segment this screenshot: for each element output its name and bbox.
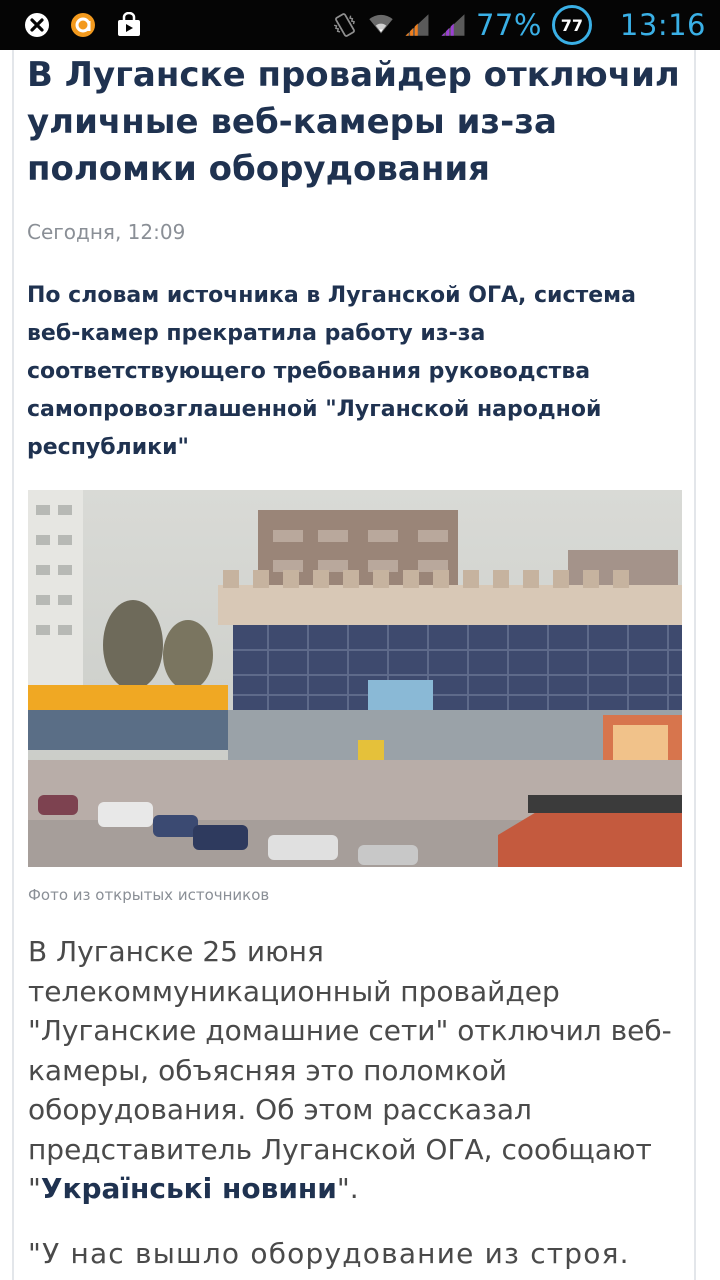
status-bar: 77% 77 13:16 (0, 0, 720, 50)
orange-circle-app-icon (70, 12, 96, 38)
article-page: В Луганске провайдер отключил уличные ве… (0, 50, 720, 1280)
article-headline: В Луганске провайдер отключил уличные ве… (27, 55, 680, 189)
notification-icons (0, 12, 142, 38)
article-lead: По словам источника в Луганской ОГА, сис… (27, 283, 636, 460)
article-body-paragraph-2: "У нас вышло оборудование из строя. (28, 1237, 630, 1270)
body-p1-text: В Луганске 25 июня телекоммуникационный … (28, 935, 672, 1205)
article-photo[interactable] (28, 490, 682, 867)
photo-caption: Фото из открытых источников (28, 886, 270, 904)
vibrate-icon (332, 12, 358, 38)
body-p1-end: ". (336, 1172, 359, 1205)
article-body-paragraph-1: В Луганске 25 июня телекоммуникационный … (28, 932, 693, 1209)
article-date: Сегодня, 12:09 (27, 220, 186, 244)
clock: 13:16 (619, 8, 706, 42)
system-indicators: 77% 77 13:16 (332, 5, 720, 45)
source-link[interactable]: Українські новини (41, 1172, 337, 1205)
battery-circle-icon: 77 (551, 5, 592, 45)
close-circle-icon (24, 12, 50, 38)
signal-icon (404, 12, 430, 38)
signal-icon-2 (440, 12, 466, 38)
shopping-bag-icon (116, 12, 142, 38)
battery-percent: 77% (475, 8, 542, 42)
wifi-icon (368, 12, 394, 38)
battery-circle-value: 77 (560, 15, 584, 35)
